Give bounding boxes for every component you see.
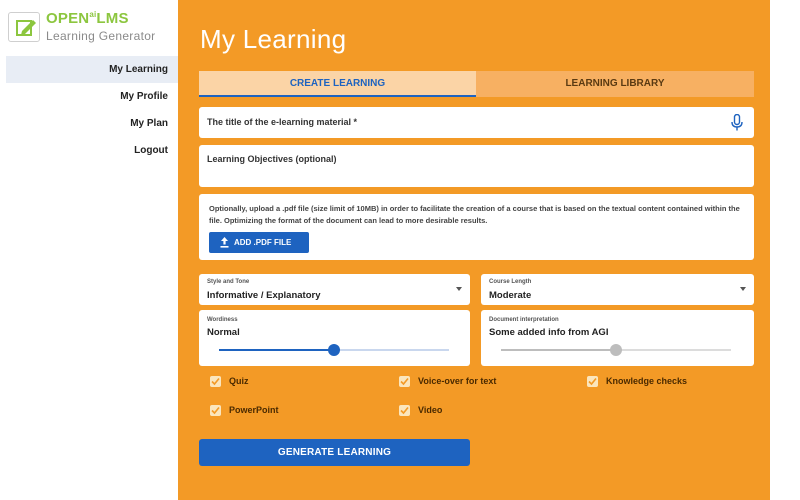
microphone-icon[interactable] xyxy=(731,114,743,131)
chevron-down-icon xyxy=(456,287,462,291)
chevron-down-icon xyxy=(740,287,746,291)
wordiness-value: Normal xyxy=(207,327,240,338)
doc-interpretation-slider-fill xyxy=(501,349,616,351)
checkbox-checked-icon xyxy=(399,376,410,387)
course-length-value: Moderate xyxy=(489,290,532,301)
wordiness-slider-thumb[interactable] xyxy=(328,344,340,356)
tab-learning-library[interactable]: LEARNING LIBRARY xyxy=(476,71,754,97)
sidebar-item-my-plan[interactable]: My Plan xyxy=(6,110,178,137)
checkbox-video-label: Video xyxy=(418,405,443,415)
sidebar-item-logout[interactable]: Logout xyxy=(6,137,178,164)
checkbox-powerpoint-label: PowerPoint xyxy=(229,405,279,415)
wordiness-slider-card: Wordiness Normal xyxy=(199,310,470,366)
checkbox-knowledge-checks-label: Knowledge checks xyxy=(606,376,688,386)
tab-create-learning[interactable]: CREATE LEARNING xyxy=(199,71,476,97)
wordiness-label: Wordiness xyxy=(207,317,238,323)
tab-bar: CREATE LEARNING LEARNING LIBRARY xyxy=(199,71,754,97)
doc-interpretation-slider-thumb[interactable] xyxy=(610,344,622,356)
checkbox-checked-icon xyxy=(587,376,598,387)
style-tone-select[interactable]: Style and Tone Informative / Explanatory xyxy=(199,274,470,305)
sidebar-item-my-profile[interactable]: My Profile xyxy=(6,83,178,110)
add-pdf-button-label: ADD .PDF FILE xyxy=(234,238,292,247)
generate-learning-button[interactable]: GENERATE LEARNING xyxy=(199,439,470,466)
logo-wordmark: OPENaiLMS xyxy=(46,10,129,27)
add-pdf-button[interactable]: ADD .PDF FILE xyxy=(209,232,309,253)
doc-interpretation-label: Document interpretation xyxy=(489,317,559,323)
objectives-input-label: Learning Objectives (optional) xyxy=(207,154,337,164)
main-panel: My Learning CREATE LEARNING LEARNING LIB… xyxy=(178,0,770,500)
upload-description: Optionally, upload a .pdf file (size lim… xyxy=(209,204,740,225)
sidebar: OPENaiLMS Learning Generator My Learning… xyxy=(0,0,178,500)
sidebar-nav: My Learning My Profile My Plan Logout xyxy=(6,56,178,164)
style-tone-label: Style and Tone xyxy=(207,279,250,285)
upload-icon xyxy=(220,237,229,248)
title-input[interactable]: The title of the e-learning material * xyxy=(199,107,754,138)
checkbox-checked-icon xyxy=(210,376,221,387)
sidebar-item-my-learning[interactable]: My Learning xyxy=(6,56,178,83)
checkbox-voice-over-label: Voice-over for text xyxy=(418,376,497,386)
logo: OPENaiLMS Learning Generator xyxy=(8,8,170,48)
course-length-label: Course Length xyxy=(489,279,532,285)
checkbox-quiz-label: Quiz xyxy=(229,376,249,386)
wordiness-slider-fill xyxy=(219,349,334,351)
logo-subtitle: Learning Generator xyxy=(46,29,156,43)
style-tone-value: Informative / Explanatory xyxy=(207,290,321,301)
page-title: My Learning xyxy=(200,24,347,54)
objectives-input[interactable]: Learning Objectives (optional) xyxy=(199,145,754,187)
pdf-upload-card: Optionally, upload a .pdf file (size lim… xyxy=(199,194,754,260)
doc-interpretation-value: Some added info from AGI xyxy=(489,327,609,338)
app-root: OPENaiLMS Learning Generator My Learning… xyxy=(0,0,800,500)
title-input-label: The title of the e-learning material * xyxy=(207,117,358,127)
course-length-select[interactable]: Course Length Moderate xyxy=(481,274,754,305)
checkbox-checked-icon xyxy=(210,405,221,416)
logo-pencil-icon xyxy=(8,12,40,42)
doc-interpretation-slider-card: Document interpretation Some added info … xyxy=(481,310,754,366)
checkbox-checked-icon xyxy=(399,405,410,416)
